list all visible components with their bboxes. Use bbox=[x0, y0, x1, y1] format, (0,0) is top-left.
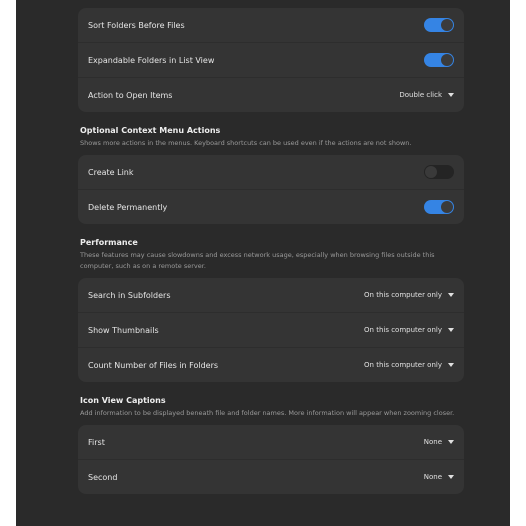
first-caption-row[interactable]: First None bbox=[78, 425, 464, 459]
sort-folders-row[interactable]: Sort Folders Before Files bbox=[78, 8, 464, 42]
performance-group: Search in Subfolders On this computer on… bbox=[78, 278, 464, 382]
show-thumbnails-dropdown[interactable]: On this computer only bbox=[364, 326, 454, 334]
expandable-folders-row[interactable]: Expandable Folders in List View bbox=[78, 42, 464, 77]
open-action-dropdown[interactable]: Double click bbox=[399, 91, 454, 99]
icon-view-description: Add information to be displayed beneath … bbox=[80, 409, 455, 417]
preferences-window: Sort Folders Before Files Expandable Fol… bbox=[16, 0, 510, 526]
count-files-label: Count Number of Files in Folders bbox=[88, 360, 219, 370]
chevron-down-icon bbox=[448, 363, 454, 367]
count-files-value: On this computer only bbox=[364, 361, 442, 369]
first-caption-value: None bbox=[423, 438, 442, 446]
switch-knob bbox=[441, 54, 453, 66]
create-link-switch[interactable] bbox=[424, 165, 454, 179]
switch-knob bbox=[425, 166, 437, 178]
switch-knob bbox=[441, 201, 453, 213]
expandable-folders-switch[interactable] bbox=[424, 53, 454, 67]
switch-knob bbox=[441, 19, 453, 31]
icon-view-title: Icon View Captions bbox=[80, 396, 166, 405]
first-caption-label: First bbox=[88, 437, 105, 447]
chevron-down-icon bbox=[448, 440, 454, 444]
chevron-down-icon bbox=[448, 93, 454, 97]
delete-permanently-switch[interactable] bbox=[424, 200, 454, 214]
context-menu-group: Create Link Delete Permanently bbox=[78, 155, 464, 224]
context-menu-description: Shows more actions in the menus. Keyboar… bbox=[80, 139, 412, 147]
search-subfolders-label: Search in Subfolders bbox=[88, 290, 171, 300]
expandable-folders-label: Expandable Folders in List View bbox=[88, 55, 215, 65]
chevron-down-icon bbox=[448, 293, 454, 297]
first-caption-dropdown[interactable]: None bbox=[424, 438, 454, 446]
chevron-down-icon bbox=[448, 328, 454, 332]
second-caption-dropdown[interactable]: None bbox=[424, 473, 454, 481]
show-thumbnails-value: On this computer only bbox=[364, 326, 442, 334]
chevron-down-icon bbox=[448, 475, 454, 479]
performance-title: Performance bbox=[80, 238, 138, 247]
open-action-label: Action to Open Items bbox=[88, 90, 173, 100]
second-caption-label: Second bbox=[88, 472, 118, 482]
second-caption-row[interactable]: Second None bbox=[78, 459, 464, 494]
preferences-content: Sort Folders Before Files Expandable Fol… bbox=[78, 8, 464, 494]
sort-folders-label: Sort Folders Before Files bbox=[88, 20, 185, 30]
show-thumbnails-label: Show Thumbnails bbox=[88, 325, 159, 335]
second-caption-value: None bbox=[423, 473, 442, 481]
open-action-value: Double click bbox=[399, 91, 442, 99]
create-link-label: Create Link bbox=[88, 167, 134, 177]
performance-description: These features may cause slowdowns and e… bbox=[80, 251, 435, 270]
show-thumbnails-row[interactable]: Show Thumbnails On this computer only bbox=[78, 312, 464, 347]
count-files-dropdown[interactable]: On this computer only bbox=[364, 361, 454, 369]
search-subfolders-row[interactable]: Search in Subfolders On this computer on… bbox=[78, 278, 464, 312]
create-link-row[interactable]: Create Link bbox=[78, 155, 464, 189]
search-subfolders-dropdown[interactable]: On this computer only bbox=[364, 291, 454, 299]
delete-permanently-label: Delete Permanently bbox=[88, 202, 168, 212]
general-group: Sort Folders Before Files Expandable Fol… bbox=[78, 8, 464, 112]
context-menu-title: Optional Context Menu Actions bbox=[80, 126, 221, 135]
delete-permanently-row[interactable]: Delete Permanently bbox=[78, 189, 464, 224]
sort-folders-switch[interactable] bbox=[424, 18, 454, 32]
search-subfolders-value: On this computer only bbox=[364, 291, 442, 299]
icon-view-group: First None Second None bbox=[78, 425, 464, 494]
count-files-row[interactable]: Count Number of Files in Folders On this… bbox=[78, 347, 464, 382]
open-action-row[interactable]: Action to Open Items Double click bbox=[78, 77, 464, 112]
